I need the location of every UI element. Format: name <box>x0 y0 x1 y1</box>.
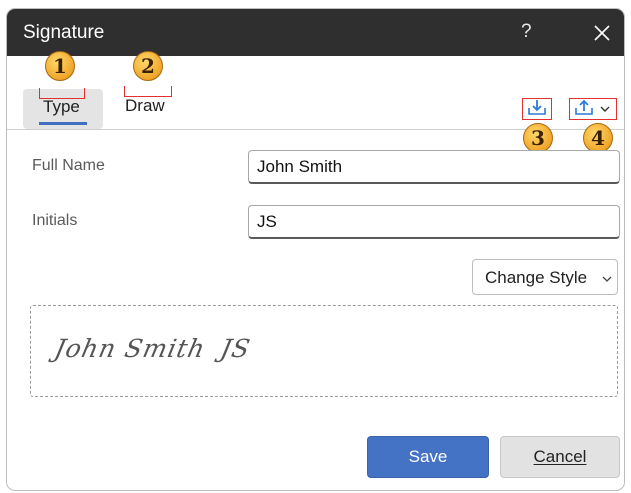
upload-button[interactable] <box>572 98 614 118</box>
close-button[interactable] <box>592 23 612 43</box>
change-style-button[interactable]: Change Style <box>472 259 618 295</box>
signature-initials: JS <box>217 334 254 363</box>
chevron-down-icon <box>602 276 612 282</box>
full-name-label: Full Name <box>32 157 105 174</box>
tab-draw[interactable]: Draw <box>125 96 165 116</box>
initials-input[interactable] <box>248 205 620 239</box>
tab-selected-indicator <box>39 122 87 125</box>
annotation-badge-2: 2 <box>133 51 163 81</box>
chevron-down-icon <box>600 106 610 112</box>
annotation-badge-3: 3 <box>523 123 553 153</box>
help-button[interactable]: ? <box>521 21 532 43</box>
dialog-title: Signature <box>23 22 105 43</box>
signature-name: John Smith <box>51 334 209 363</box>
tab-bar: Type Draw <box>7 56 624 130</box>
save-button[interactable]: Save <box>367 436 489 478</box>
cancel-button[interactable]: Cancel <box>500 436 620 478</box>
signature-dialog: Signature ? Type Draw 1 2 3 4 Full Name … <box>6 8 625 491</box>
annotation-badge-4: 4 <box>583 123 613 153</box>
initials-label: Initials <box>32 212 78 229</box>
upload-icon <box>575 99 593 115</box>
download-icon <box>528 100 546 115</box>
annotation-bracket-2 <box>124 86 172 97</box>
close-icon <box>594 25 610 41</box>
change-style-label: Change Style <box>485 268 588 287</box>
annotation-badge-1: 1 <box>45 51 75 81</box>
title-bar: Signature ? <box>7 9 624 56</box>
tab-type-label: Type <box>43 97 80 116</box>
signature-preview: John Smith JS <box>30 305 618 397</box>
full-name-input[interactable] <box>248 150 620 184</box>
annotation-bracket-1 <box>39 88 85 99</box>
download-button[interactable] <box>526 98 548 118</box>
